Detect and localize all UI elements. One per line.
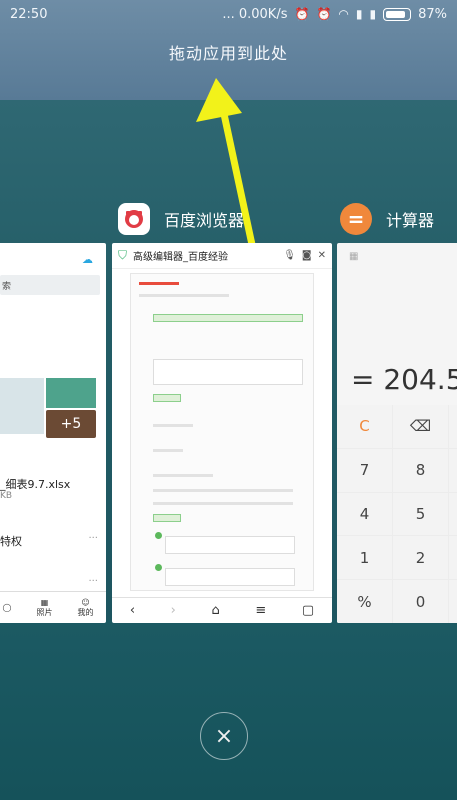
bottom-tab-bar: ◯ ▦ 照片 ☺ 我的 bbox=[0, 591, 106, 623]
recent-app-card-baidu[interactable]: ⛉ 高级编辑器_百度经验 🎙 ◙ ✕ ‹ › ⌂ ≡ ▢ bbox=[112, 243, 332, 623]
app-name-baidu: 百度浏览器 bbox=[164, 211, 245, 230]
list-item-text: 特权 bbox=[0, 535, 22, 548]
browser-address-bar[interactable]: ⛉ 高级编辑器_百度经验 🎙 ◙ ✕ bbox=[112, 243, 332, 269]
close-icon[interactable]: ✕ bbox=[318, 250, 326, 261]
circle-icon: ◯ bbox=[2, 603, 12, 612]
key-4[interactable]: 4 bbox=[337, 492, 392, 536]
key-clear[interactable]: C bbox=[337, 405, 392, 448]
baidu-browser-icon bbox=[118, 203, 150, 235]
key-5[interactable]: 5 bbox=[393, 492, 448, 536]
thumbnail-1 bbox=[0, 378, 44, 434]
app-header-calculator[interactable]: = 计算器 bbox=[340, 203, 434, 235]
history-icon[interactable]: ▦ bbox=[349, 251, 358, 262]
key-0[interactable]: 0 bbox=[393, 580, 448, 623]
thumbnail-2 bbox=[46, 378, 96, 408]
search-input[interactable]: 索 bbox=[0, 275, 100, 295]
forward-icon[interactable]: › bbox=[171, 603, 176, 618]
key-partial-3 bbox=[449, 492, 457, 536]
shield-icon: ⛉ bbox=[118, 248, 128, 262]
key-partial-2 bbox=[449, 448, 457, 492]
more-icon[interactable]: ··· bbox=[88, 576, 98, 587]
mic-icon[interactable]: 🎙 bbox=[283, 250, 296, 261]
calculator-icon: = bbox=[340, 203, 372, 235]
close-all-button[interactable]: × bbox=[200, 712, 248, 760]
key-2[interactable]: 2 bbox=[393, 536, 448, 580]
key-partial-5 bbox=[449, 580, 457, 623]
photo-thumbnails[interactable]: +5 bbox=[0, 378, 96, 438]
home-icon[interactable]: ⌂ bbox=[211, 603, 219, 618]
page-thumbnail bbox=[130, 273, 314, 591]
cloud-icon: ☁ bbox=[82, 253, 93, 266]
tab-home[interactable]: ◯ bbox=[3, 603, 12, 612]
thumbnail-more: +5 bbox=[46, 410, 96, 438]
key-7[interactable]: 7 bbox=[337, 448, 392, 492]
person-icon: ☺ bbox=[81, 597, 90, 607]
key-1[interactable]: 1 bbox=[337, 536, 392, 580]
tab-me[interactable]: ☺ 我的 bbox=[77, 598, 93, 618]
app-name-calculator: 计算器 bbox=[386, 211, 435, 230]
menu-icon[interactable]: ≡ bbox=[255, 603, 266, 618]
calculator-keypad: C ⌫ 7 8 4 5 1 2 % 0 bbox=[337, 405, 457, 623]
calculator-display: = 204.5 bbox=[351, 363, 457, 396]
tab-me-label: 我的 bbox=[77, 607, 94, 617]
key-partial-4 bbox=[449, 536, 457, 580]
key-backspace[interactable]: ⌫ bbox=[393, 405, 448, 448]
browser-nav-bar: ‹ › ⌂ ≡ ▢ bbox=[112, 597, 332, 623]
recent-app-card-left[interactable]: ☁ 索 ··· +5 _细表9.7.xlsx KB ··· 特权 ◯ ▦ 照片 … bbox=[0, 243, 106, 623]
camera-icon[interactable]: ◙ bbox=[302, 250, 312, 261]
photo-icon: ▦ bbox=[40, 597, 49, 607]
key-partial-1 bbox=[449, 405, 457, 448]
key-8[interactable]: 8 bbox=[393, 448, 448, 492]
app-header-baidu[interactable]: 百度浏览器 bbox=[118, 203, 244, 235]
back-icon[interactable]: ‹ bbox=[130, 603, 135, 618]
tab-photos-label: 照片 bbox=[36, 607, 53, 617]
browser-tab-title: 高级编辑器_百度经验 bbox=[133, 252, 229, 263]
recent-app-card-calculator[interactable]: ▦ = 204.5 C ⌫ 7 8 4 5 1 2 % 0 bbox=[337, 243, 457, 623]
tab-photos[interactable]: ▦ 照片 bbox=[36, 598, 52, 618]
file-name: _细表9.7.xlsx bbox=[0, 478, 71, 491]
key-percent[interactable]: % bbox=[337, 580, 392, 623]
more-icon[interactable]: ··· bbox=[88, 533, 98, 544]
tabs-icon[interactable]: ▢ bbox=[302, 603, 314, 618]
file-meta: KB bbox=[0, 491, 13, 501]
